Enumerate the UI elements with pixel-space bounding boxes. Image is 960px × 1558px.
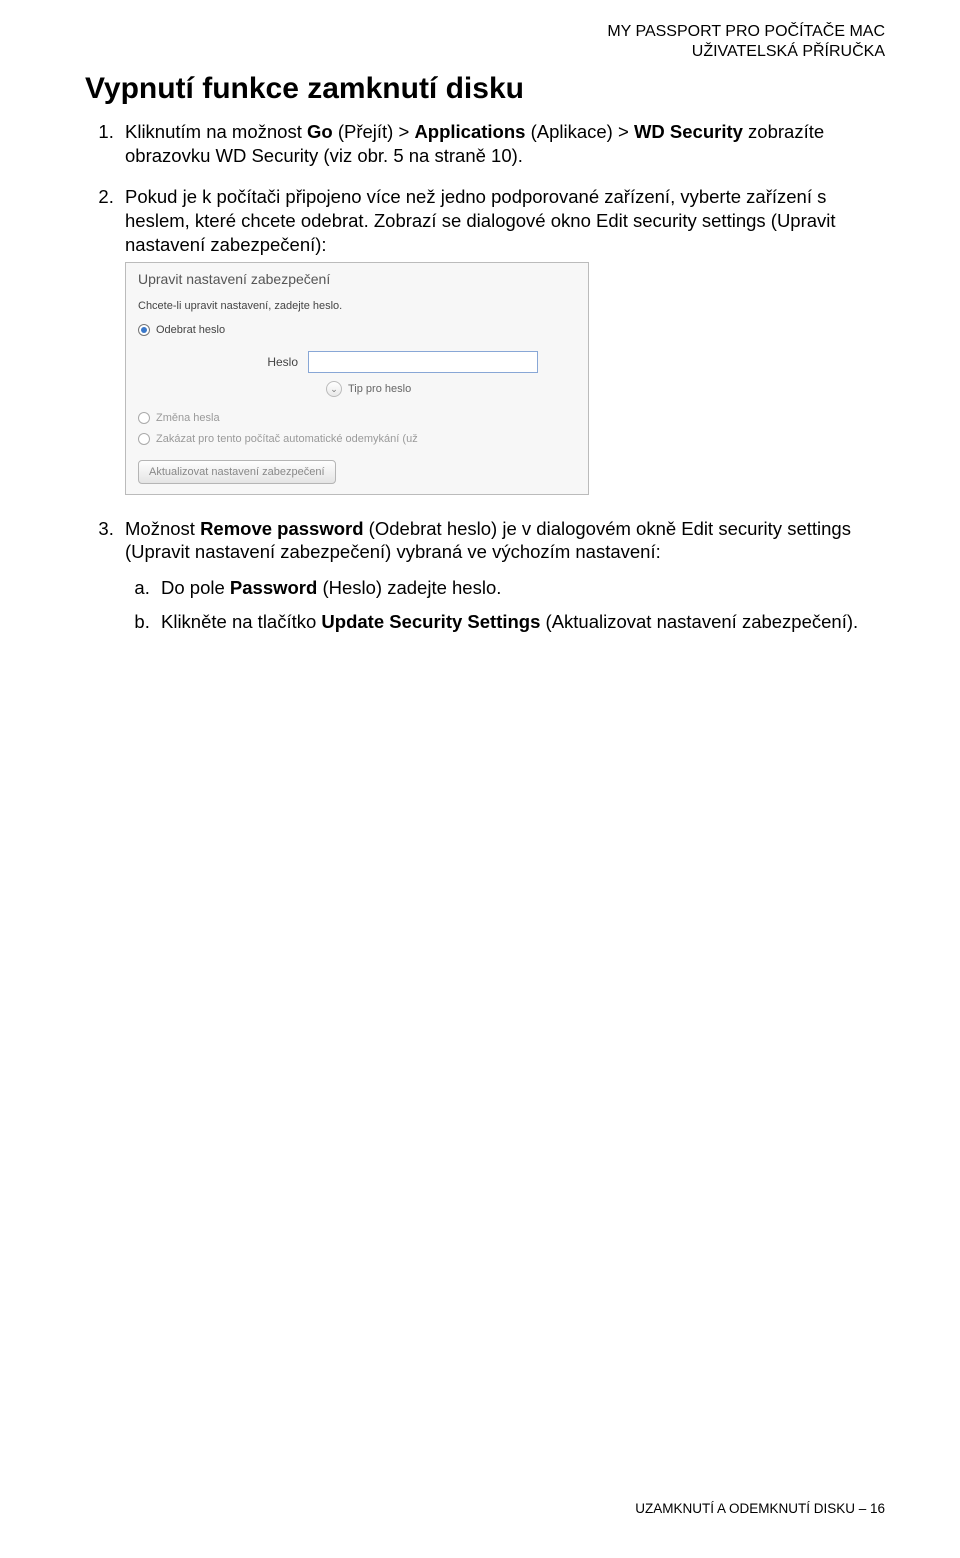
- step-2: Pokud je k počítači připojeno více než j…: [119, 185, 885, 494]
- password-input[interactable]: [308, 351, 538, 373]
- step-3-bold: Remove password: [200, 518, 363, 539]
- page-header: MY PASSPORT PRO POČÍTAČE MAC UŽIVATELSKÁ…: [607, 22, 885, 62]
- radio-icon: [138, 324, 150, 336]
- step-1: Kliknutím na možnost Go (Přejít) > Appli…: [119, 120, 885, 167]
- page: MY PASSPORT PRO POČÍTAČE MAC UŽIVATELSKÁ…: [0, 0, 960, 1558]
- step-3b: Klikněte na tlačítko Update Security Set…: [155, 610, 885, 634]
- radio-disable-autounlock[interactable]: Zakázat pro tento počítač automatické od…: [138, 432, 576, 446]
- radio-change-label: Změna hesla: [156, 411, 220, 425]
- step-1-text-2: (Přejít) >: [333, 121, 415, 142]
- step-3b-pre: Klikněte na tlačítko: [161, 611, 321, 632]
- step-1-go: Go: [307, 121, 333, 142]
- step-3b-tail: (Aktualizovat nastavení zabezpečení).: [540, 611, 858, 632]
- step-3: Možnost Remove password (Odebrat heslo) …: [119, 517, 885, 634]
- page-footer: UZAMKNUTÍ A ODEMKNUTÍ DISKU – 16: [635, 1501, 885, 1516]
- steps-list: Kliknutím na možnost Go (Přejít) > Appli…: [85, 120, 885, 633]
- dialog-edit-security: Upravit nastavení zabezpečení Chcete-li …: [125, 262, 589, 494]
- step-3a: Do pole Password (Heslo) zadejte heslo.: [155, 576, 885, 600]
- radio-remove-password[interactable]: Odebrat heslo: [138, 323, 576, 337]
- header-line-1: MY PASSPORT PRO POČÍTAČE MAC: [607, 22, 885, 42]
- chevron-down-icon: ⌄: [326, 381, 342, 397]
- step-1-wd: WD Security: [634, 121, 743, 142]
- password-field-row: Heslo: [138, 351, 576, 373]
- update-security-button-label: Aktualizovat nastavení zabezpečení: [149, 466, 325, 478]
- step-3b-bold: Update Security Settings: [321, 611, 540, 632]
- step-3-pre: Možnost: [125, 518, 200, 539]
- password-hint-label: Tip pro heslo: [348, 382, 411, 396]
- password-label: Heslo: [138, 355, 308, 370]
- dialog-body: Upravit nastavení zabezpečení Chcete-li …: [126, 263, 588, 493]
- dialog-hint: Chcete-li upravit nastavení, zadejte hes…: [138, 299, 576, 313]
- radio-icon: [138, 433, 150, 445]
- update-security-button[interactable]: Aktualizovat nastavení zabezpečení: [138, 460, 336, 484]
- radio-change-password[interactable]: Změna hesla: [138, 411, 576, 425]
- step-2-text: Pokud je k počítači připojeno více než j…: [125, 186, 836, 254]
- page-title: Vypnutí funkce zamknutí disku: [85, 72, 885, 106]
- radio-remove-label: Odebrat heslo: [156, 323, 225, 337]
- step-3-substeps: Do pole Password (Heslo) zadejte heslo. …: [125, 576, 885, 633]
- dialog-title: Upravit nastavení zabezpečení: [138, 271, 576, 289]
- step-3a-tail: (Heslo) zadejte heslo.: [317, 577, 501, 598]
- radio-icon: [138, 412, 150, 424]
- header-line-2: UŽIVATELSKÁ PŘÍRUČKA: [607, 42, 885, 62]
- password-hint-toggle[interactable]: ⌄ Tip pro heslo: [326, 381, 576, 397]
- step-1-text-3: (Aplikace) >: [525, 121, 633, 142]
- radio-disable-label: Zakázat pro tento počítač automatické od…: [156, 432, 418, 446]
- step-1-text-1: Kliknutím na možnost: [125, 121, 307, 142]
- step-1-apps: Applications: [414, 121, 525, 142]
- step-3a-pre: Do pole: [161, 577, 230, 598]
- step-3a-bold: Password: [230, 577, 317, 598]
